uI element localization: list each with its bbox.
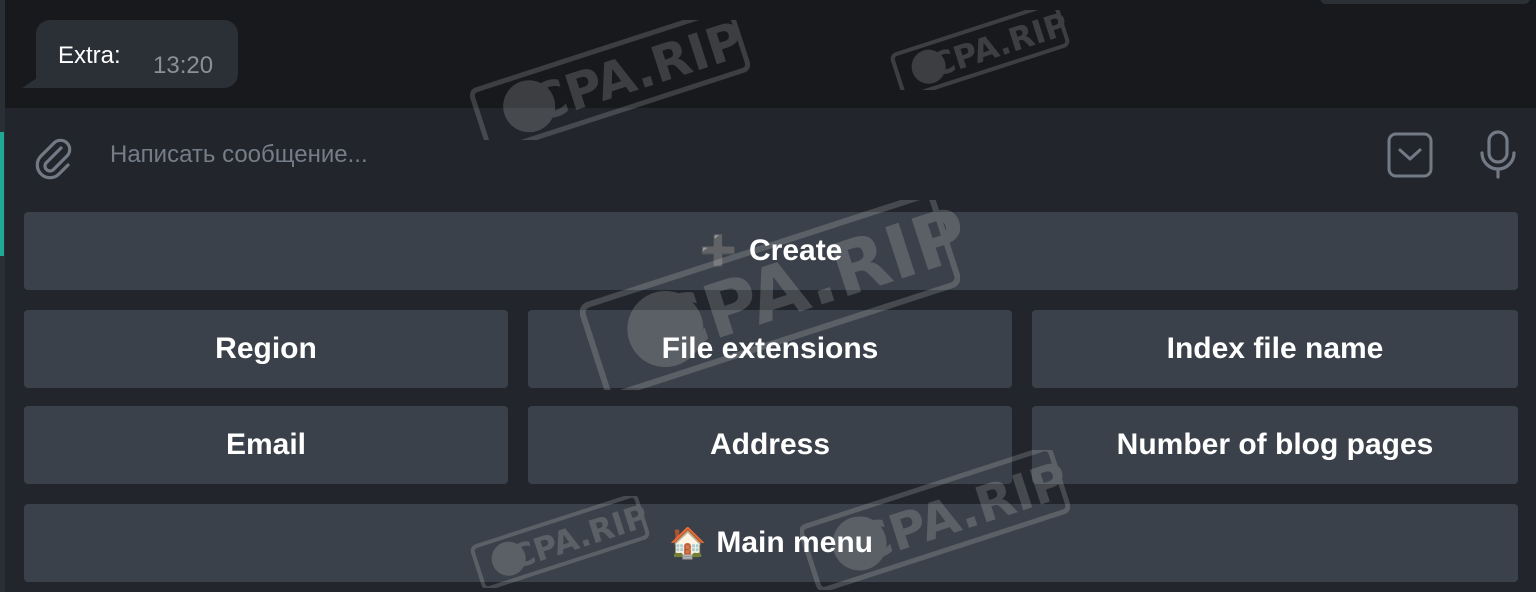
plus-icon: ➕ (699, 234, 737, 268)
keyboard-toggle-icon[interactable] (1384, 130, 1436, 180)
region-button-label: Region (215, 332, 317, 365)
email-button-label: Email (225, 428, 307, 461)
region-button[interactable]: Region (24, 310, 508, 388)
address-button[interactable]: Address (528, 406, 1012, 484)
message-bubble[interactable]: Extra: 13:20 (36, 20, 238, 88)
main-menu-button[interactable]: 🏠 Main menu (24, 504, 1518, 582)
create-button-label: Create (748, 234, 843, 267)
microphone-icon[interactable] (1474, 128, 1522, 180)
main-menu-button-label: Main menu (716, 526, 874, 559)
number-of-blog-pages-button-label: Number of blog pages (1116, 428, 1434, 461)
number-of-blog-pages-button[interactable]: Number of blog pages (1032, 406, 1518, 484)
message-text: Extra: (58, 42, 121, 69)
email-button[interactable]: Email (24, 406, 508, 484)
file-extensions-button[interactable]: File extensions (528, 310, 1012, 388)
index-file-name-button[interactable]: Index file name (1032, 310, 1518, 388)
message-time: 13:20 (153, 52, 214, 79)
paperclip-icon[interactable] (30, 134, 76, 180)
house-icon: 🏠 (668, 526, 707, 560)
address-button-label: Address (709, 428, 831, 461)
composer-accent-bar (0, 132, 4, 256)
message-input[interactable] (98, 132, 1372, 178)
index-file-name-button-label: Index file name (1166, 332, 1384, 365)
create-button[interactable]: ➕ Create (24, 212, 1518, 290)
previous-message-edge (1320, 0, 1530, 4)
file-extensions-button-label: File extensions (661, 332, 879, 365)
